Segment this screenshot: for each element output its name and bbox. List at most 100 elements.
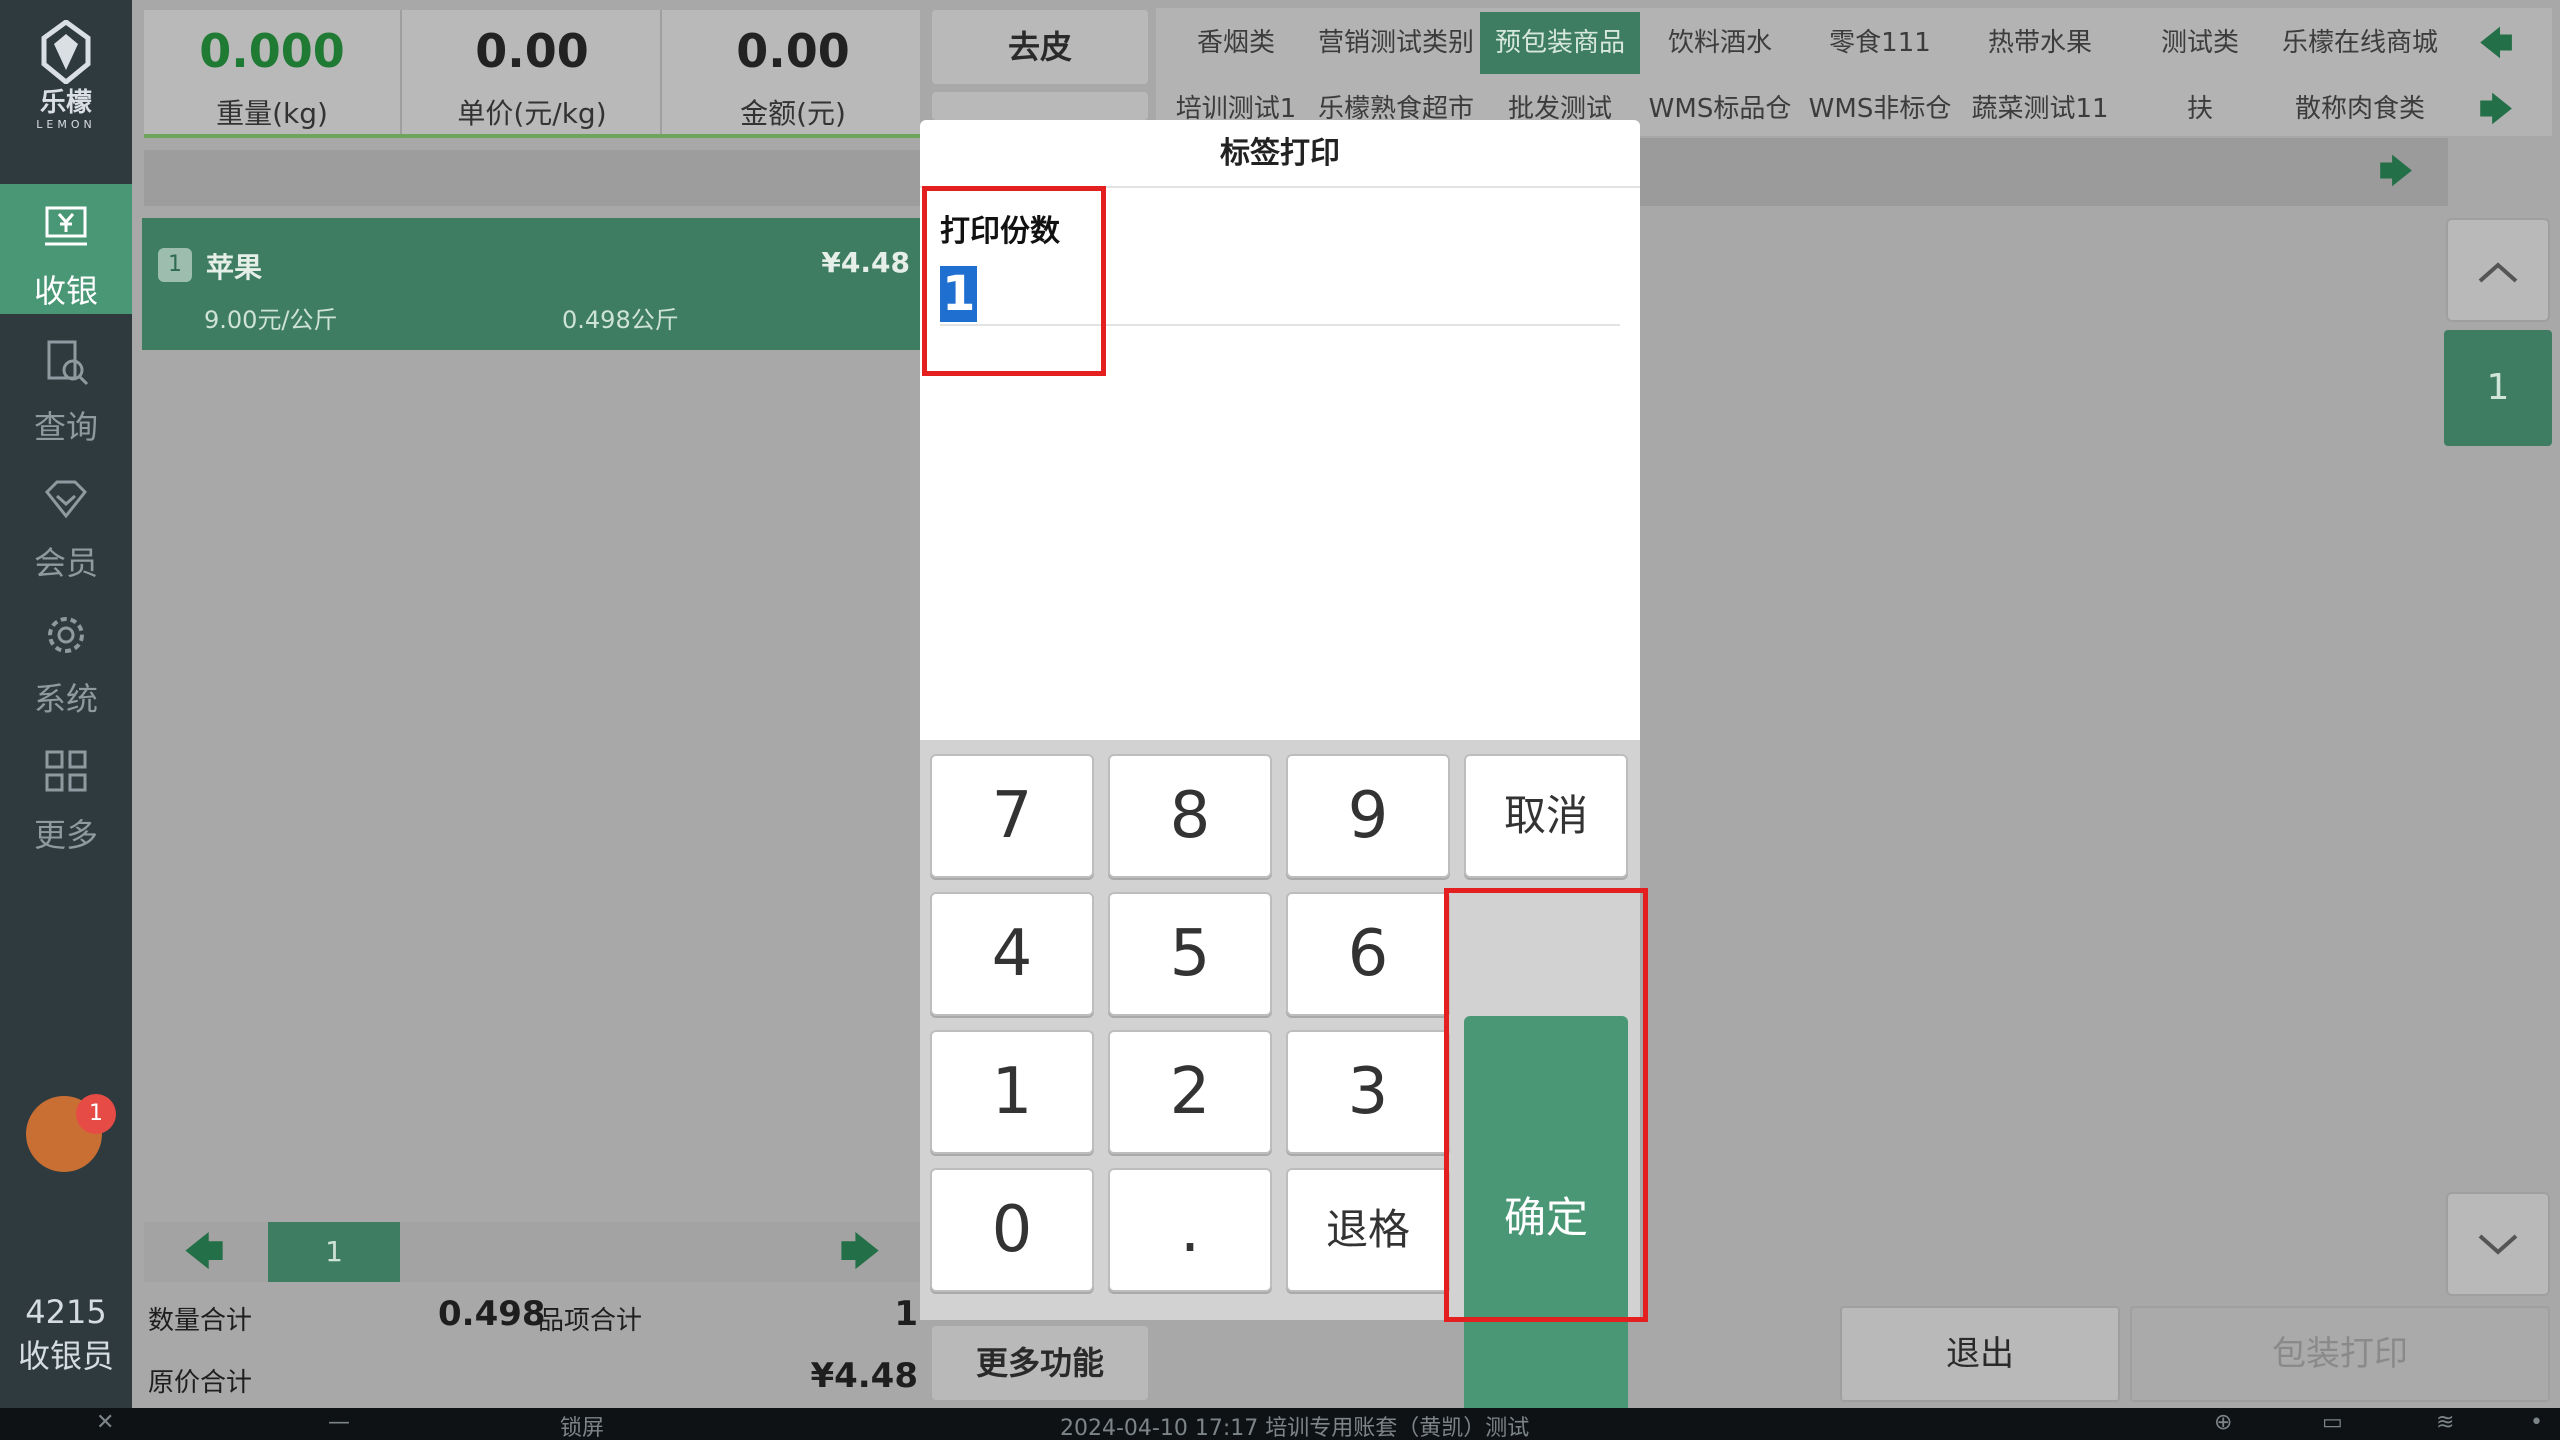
nav-more[interactable]: 更多 bbox=[0, 728, 132, 858]
prev-page-button[interactable]: 🡄 bbox=[144, 1222, 264, 1282]
arrow-left-icon[interactable]: 🡄 bbox=[2456, 14, 2536, 74]
nav-query-label: 查询 bbox=[33, 408, 98, 446]
qty-total-value: 0.498 bbox=[438, 1294, 546, 1334]
category-item[interactable]: WMS标品仓 bbox=[1640, 78, 1800, 140]
nav-more-label: 更多 bbox=[33, 816, 98, 854]
category-item[interactable]: 饮料酒水 bbox=[1640, 12, 1800, 74]
chevron-up-icon bbox=[2478, 262, 2518, 283]
scroll-up-button[interactable] bbox=[2446, 218, 2550, 322]
next-page-button[interactable]: 🡆 bbox=[800, 1222, 920, 1282]
exit-button[interactable]: 退出 bbox=[1840, 1306, 2120, 1402]
nav-system[interactable]: 系统 bbox=[0, 592, 132, 722]
close-icon[interactable]: ✕ bbox=[96, 1410, 114, 1435]
cart-item-index: 1 bbox=[158, 248, 192, 282]
category-item[interactable]: 营销测试类别 bbox=[1316, 12, 1476, 74]
cart-item-qty: 0.498公斤 bbox=[562, 306, 679, 334]
brand-en: LEMON bbox=[36, 118, 96, 131]
lock-screen-label[interactable]: 锁屏 bbox=[560, 1410, 604, 1440]
category-item-active[interactable]: 预包装商品 bbox=[1480, 12, 1640, 74]
sidebar: 乐檬 LEMON 收银 查询 会员 系统 更多 1 4215 收银员 bbox=[0, 0, 132, 1408]
key-8[interactable]: 8 bbox=[1108, 754, 1272, 878]
items-total-label: 品项合计 bbox=[538, 1306, 643, 1336]
scroll-down-button[interactable] bbox=[2446, 1192, 2550, 1296]
cart-item[interactable]: 1 苹果 ¥4.48 9.00元/公斤 0.498公斤 bbox=[142, 218, 922, 350]
key-1[interactable]: 1 bbox=[930, 1030, 1094, 1154]
category-item[interactable]: 零食111 bbox=[1800, 12, 1960, 74]
chevron-down-icon bbox=[2478, 1234, 2518, 1255]
category-item[interactable]: 测试类 bbox=[2120, 12, 2280, 74]
category-strip: 🡆 bbox=[1636, 138, 2448, 206]
status-text: 2024-04-10 17:17 培训专用账套（黄凯）测试 bbox=[1060, 1416, 1530, 1440]
cart-item-unit-price: 9.00元/公斤 bbox=[204, 306, 338, 334]
key-6[interactable]: 6 bbox=[1286, 892, 1450, 1016]
category-item[interactable]: 扶 bbox=[2120, 78, 2280, 140]
gear-icon bbox=[48, 617, 84, 653]
nav-cashier-label: 收银 bbox=[33, 272, 98, 310]
key-4[interactable]: 4 bbox=[930, 892, 1094, 1016]
current-page: 1 bbox=[268, 1222, 400, 1282]
highlight-box-confirm bbox=[1444, 888, 1648, 1322]
unit-price-value: 0.00 bbox=[475, 24, 589, 78]
key-0[interactable]: 0 bbox=[930, 1168, 1094, 1292]
category-item[interactable]: 散称肉食类 bbox=[2280, 78, 2440, 140]
search-document-icon bbox=[47, 340, 89, 386]
cash-register-icon bbox=[45, 206, 87, 246]
amount-label: 金额(元) bbox=[740, 97, 846, 130]
scale-unit-price: 0.00 单价(元/kg) bbox=[404, 10, 662, 134]
cashier-info: 4215 收银员 bbox=[0, 1290, 132, 1378]
amount-value: 0.00 bbox=[736, 24, 850, 78]
category-item[interactable]: 香烟类 bbox=[1156, 12, 1316, 74]
pack-print-button[interactable]: 包装打印 bbox=[2130, 1306, 2550, 1402]
scale-panel: 0.000 重量(kg) 0.00 单价(元/kg) 0.00 金额(元) bbox=[144, 10, 920, 138]
cart-item-price: ¥4.48 bbox=[821, 246, 910, 279]
scale-weight: 0.000 重量(kg) bbox=[144, 10, 402, 134]
nav-member-label: 会员 bbox=[33, 544, 98, 582]
arrow-right-icon[interactable]: 🡆 bbox=[2456, 80, 2536, 140]
taskbar: ✕ — 锁屏 2024-04-10 17:17 培训专用账套（黄凯）测试 ⊕ ▭… bbox=[0, 1408, 2560, 1440]
globe-icon: ⊕ bbox=[2214, 1410, 2233, 1435]
clear-button-partial[interactable] bbox=[932, 92, 1148, 120]
dot-icon: • bbox=[2530, 1410, 2543, 1435]
key-5[interactable]: 5 bbox=[1108, 892, 1272, 1016]
items-total-value: 1 bbox=[894, 1294, 918, 1334]
nav-cashier[interactable]: 收银 bbox=[0, 184, 132, 314]
wifi-icon: ≋ bbox=[2436, 1410, 2455, 1435]
scale-amount: 0.00 金额(元) bbox=[664, 10, 922, 134]
category-item[interactable]: 蔬菜测试11 bbox=[1960, 78, 2120, 140]
totals-row-qty: 数量合计 0.498 品项合计 1 bbox=[148, 1288, 918, 1344]
minimize-icon[interactable]: — bbox=[328, 1410, 350, 1435]
key-9[interactable]: 9 bbox=[1286, 754, 1450, 878]
arrow-right-icon[interactable]: 🡆 bbox=[2356, 142, 2436, 202]
category-item[interactable]: 热带水果 bbox=[1960, 12, 2120, 74]
tare-button[interactable]: 去皮 bbox=[932, 10, 1148, 84]
backspace-button[interactable]: 退格 bbox=[1286, 1168, 1450, 1292]
weight-label: 重量(kg) bbox=[216, 97, 328, 130]
cashier-id: 4215 bbox=[25, 1293, 107, 1331]
cancel-button[interactable]: 取消 bbox=[1464, 754, 1628, 878]
category-item[interactable]: 乐檬在线商城 bbox=[2280, 12, 2440, 74]
key-3[interactable]: 3 bbox=[1286, 1030, 1450, 1154]
key-2[interactable]: 2 bbox=[1108, 1030, 1272, 1154]
orig-total-value: ¥4.48 bbox=[810, 1356, 918, 1396]
nav-query[interactable]: 查询 bbox=[0, 320, 132, 450]
key-7[interactable]: 7 bbox=[930, 754, 1094, 878]
more-functions-button[interactable]: 更多功能 bbox=[932, 1326, 1148, 1400]
cart-item-name: 苹果 bbox=[206, 251, 263, 284]
diamond-icon bbox=[44, 480, 88, 519]
cart-header-bar bbox=[144, 150, 920, 206]
brand-logo: 乐檬 LEMON bbox=[0, 14, 132, 144]
brand-name: 乐檬 bbox=[39, 88, 92, 118]
lemon-logo-icon bbox=[41, 18, 91, 86]
monitor-icon: ▭ bbox=[2322, 1410, 2343, 1435]
product-page-indicator: 1 bbox=[2444, 330, 2552, 446]
unit-price-label: 单价(元/kg) bbox=[457, 97, 607, 130]
category-item[interactable]: WMS非标仓 bbox=[1800, 78, 1960, 140]
cashier-role: 收银员 bbox=[17, 1337, 114, 1375]
qty-total-label: 数量合计 bbox=[148, 1306, 253, 1336]
nav-member[interactable]: 会员 bbox=[0, 456, 132, 586]
key-dot[interactable]: . bbox=[1108, 1168, 1272, 1292]
nav-system-label: 系统 bbox=[33, 680, 98, 718]
dialog-title: 标签打印 bbox=[920, 120, 1640, 188]
totals-row-orig: 原价合计 ¥4.48 bbox=[148, 1350, 918, 1406]
weight-value: 0.000 bbox=[199, 24, 345, 78]
